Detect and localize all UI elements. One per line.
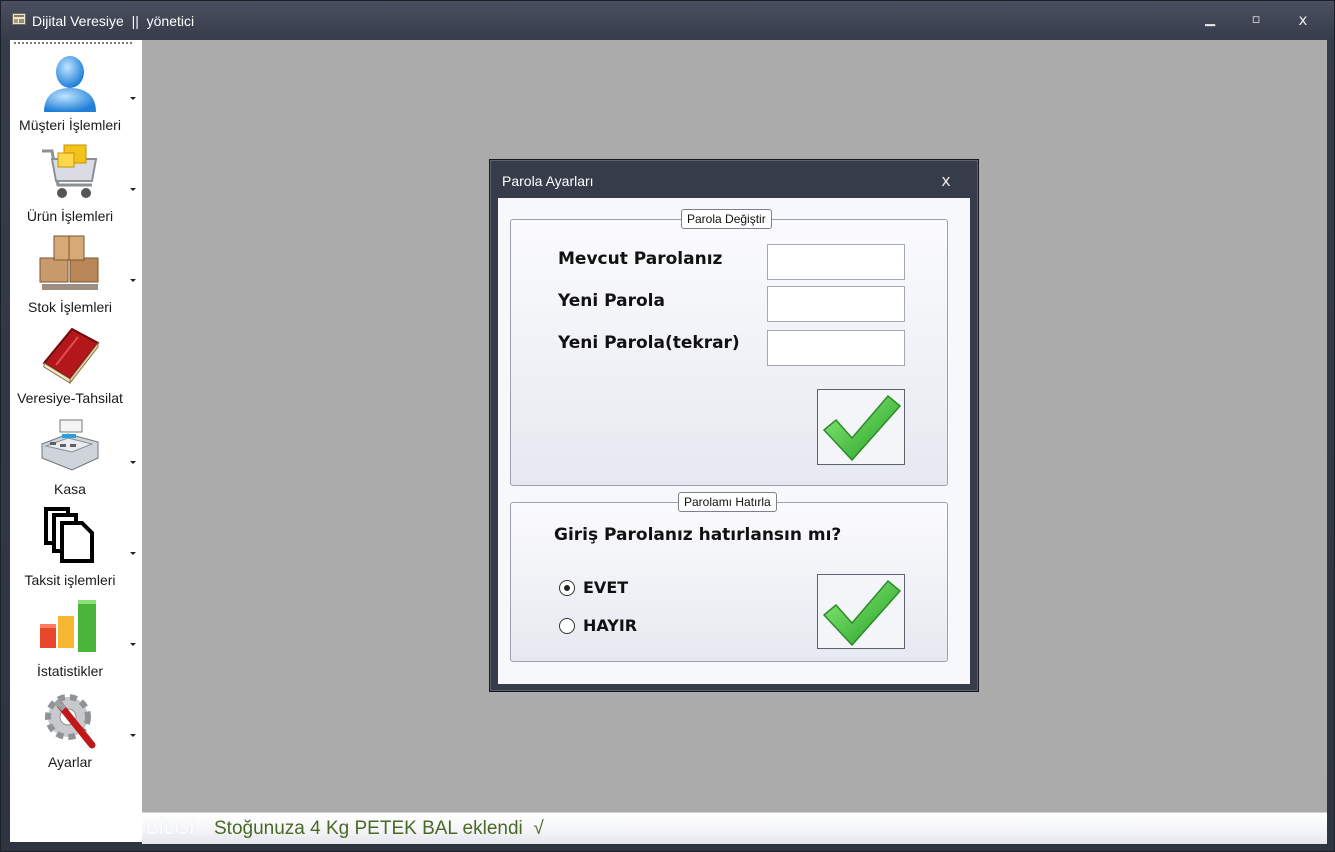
sidebar-item-veresiye[interactable]: Veresiye-Tahsilat [10, 319, 142, 410]
sidebar-item-kasa[interactable]: Kasa [10, 410, 142, 501]
dropdown-arrow-icon[interactable] [129, 185, 137, 193]
green-check-icon [822, 579, 902, 647]
sidebar-item-taksit[interactable]: Taksit işlemleri [10, 501, 142, 592]
green-check-icon [822, 394, 902, 462]
dropdown-arrow-icon[interactable] [129, 276, 137, 284]
sidebar-item-label: İstatistikler [36, 663, 104, 679]
status-message: Stoğunuza 4 Kg PETEK BAL eklendi √ [214, 818, 544, 839]
radio-label[interactable]: EVET [583, 578, 628, 597]
sidebar-item-label: Kasa [54, 481, 86, 497]
sidebar-item-label: Ürün İşlemleri [26, 208, 114, 224]
repeat-password-label: Yeni Parola(tekrar) [558, 333, 740, 353]
dialog-close-button[interactable]: x [937, 172, 955, 190]
dropdown-arrow-icon[interactable] [129, 549, 137, 557]
remember-question: Giriş Parolanız hatırlansın mı? [554, 525, 842, 545]
sidebar-item-istatistik[interactable]: İstatistikler [10, 592, 142, 683]
bar-chart-icon [40, 600, 96, 652]
change-password-group: Parola Değiştir Mevcut Parolanız Yeni Pa… [510, 209, 948, 486]
sidebar-item-label: Taksit işlemleri [24, 572, 116, 588]
dropdown-arrow-icon[interactable] [129, 731, 137, 739]
sidebar-item-label: Veresiye-Tahsilat [17, 390, 123, 406]
dropdown-arrow-icon[interactable] [129, 458, 137, 466]
new-password-input[interactable] [767, 286, 905, 322]
shopping-cart-icon [42, 144, 98, 198]
save-password-button[interactable] [817, 389, 905, 465]
sidebar: Müşteri İşlemleri Ürün İşlemleri Stok İş… [10, 40, 142, 842]
radio-circle[interactable] [559, 618, 575, 634]
sidebar-item-musteri[interactable]: Müşteri İşlemleri [10, 46, 142, 137]
radio-selected-dot [564, 585, 570, 591]
app-logo-icon [12, 13, 26, 25]
dialog-body: Parola Değiştir Mevcut Parolanız Yeni Pa… [498, 198, 970, 684]
dropdown-arrow-icon[interactable] [129, 640, 137, 648]
repeat-password-input[interactable] [767, 330, 905, 366]
sidebar-grip[interactable] [14, 42, 132, 44]
radio-label[interactable]: HAYIR [583, 616, 637, 635]
current-password-label: Mevcut Parolanız [558, 249, 723, 269]
remember-password-legend: Parolamı Hatırla [678, 492, 777, 512]
documents-icon [44, 507, 94, 563]
dropdown-arrow-icon[interactable] [129, 94, 137, 102]
change-password-legend: Parola Değiştir [681, 209, 772, 229]
red-book-icon [42, 327, 100, 385]
boxes-icon [39, 235, 99, 290]
sidebar-item-urun[interactable]: Ürün İşlemleri [10, 137, 142, 228]
status-bar: BİLGİ : Stoğunuza 4 Kg PETEK BAL eklendi… [142, 812, 1327, 844]
maximize-button[interactable]: ▫ [1245, 11, 1267, 29]
window-title: Dijital Veresiye || yönetici [32, 13, 195, 29]
sidebar-item-label: Ayarlar [47, 754, 93, 770]
status-prefix: BİLGİ : [146, 818, 206, 839]
password-settings-dialog: Parola Ayarları x Parola Değiştir Mevcut… [489, 159, 979, 692]
new-password-label: Yeni Parola [558, 291, 665, 311]
save-remember-button[interactable] [817, 574, 905, 649]
remember-password-group: Parolamı Hatırla Giriş Parolanız hatırla… [510, 492, 948, 662]
minimize-button[interactable]: ▁ [1199, 11, 1221, 29]
app-window: Dijital Veresiye || yönetici ▁ ▫ x Müşte… [0, 0, 1335, 852]
cash-register-icon [41, 419, 99, 471]
sidebar-item-ayarlar[interactable]: Ayarlar [10, 683, 142, 774]
dialog-title: Parola Ayarları [502, 173, 594, 189]
current-password-input[interactable] [767, 244, 905, 280]
sidebar-item-label: Müşteri İşlemleri [19, 117, 121, 133]
sidebar-item-label: Stok İşlemleri [27, 299, 113, 315]
sidebar-item-stok[interactable]: Stok İşlemleri [10, 228, 142, 319]
settings-icon [45, 694, 96, 749]
title-bar[interactable]: Dijital Veresiye || yönetici ▁ ▫ x [1, 1, 1335, 39]
radio-circle[interactable] [559, 580, 575, 596]
close-button[interactable]: x [1292, 11, 1314, 29]
user-icon [44, 56, 96, 112]
